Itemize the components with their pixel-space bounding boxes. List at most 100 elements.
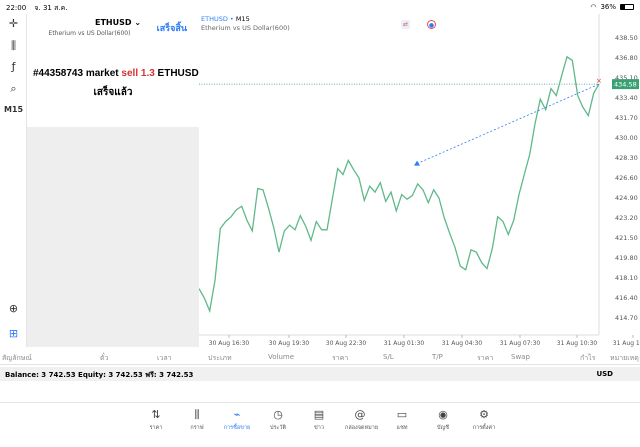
col-ticket[interactable]: ตั๋ว bbox=[100, 353, 108, 364]
order-summary: #44358743 market sell 1.3 ETHUSD bbox=[33, 68, 199, 79]
function-icon[interactable]: ƒ bbox=[0, 60, 27, 73]
chart-canvas: 414.70 416.40 418.10 419.80 421.50 423.20 424.… bbox=[198, 14, 640, 347]
y-tick-label: 419.80 bbox=[615, 254, 638, 262]
y-tick-label: 418.10 bbox=[615, 274, 638, 282]
entry-arrow-icon bbox=[414, 160, 420, 166]
tab-label: กล่องจดหมาย bbox=[345, 425, 379, 431]
y-tick-label: 424.90 bbox=[615, 194, 638, 202]
tab-quotes[interactable]: ⇅ ราคา bbox=[141, 408, 171, 432]
chat-icon: ▭ bbox=[396, 408, 408, 421]
history-icon: ◷ bbox=[273, 408, 283, 421]
y-tick-label: 428.30 bbox=[615, 154, 638, 162]
x-tick-label: 30 Aug 22:30 bbox=[326, 340, 367, 347]
chart-symbol: ETHUSD bbox=[201, 15, 228, 23]
candlestick-icon[interactable]: ⫼ bbox=[0, 39, 27, 53]
tab-trade[interactable]: ⌁ การซื้อขาย bbox=[222, 408, 252, 432]
symbol-description: Etherium vs US Dollar(600) bbox=[48, 30, 131, 37]
y-tick-label: 430.00 bbox=[615, 134, 638, 142]
price-series-line bbox=[198, 55, 600, 314]
x-tick-label: 31 Aug 10:30 bbox=[557, 340, 598, 347]
crosshair-icon[interactable]: ✛ bbox=[0, 17, 27, 30]
chart-description: Etherium vs US Dollar(600) bbox=[201, 24, 290, 32]
objects-icon[interactable]: ⌕ bbox=[0, 82, 27, 96]
x-tick-label: 30 Aug 19:30 bbox=[269, 340, 310, 347]
status-bar: 22:00 จ. 31 ส.ค. ◠ 36% bbox=[0, 0, 640, 14]
mailbox-icon: @ bbox=[354, 408, 366, 421]
col-sl[interactable]: S/L bbox=[383, 353, 394, 361]
accounts-icon: ◉ bbox=[438, 408, 448, 421]
tab-mailbox[interactable]: @ กล่องจดหมาย bbox=[345, 408, 379, 432]
tab-label: แชท bbox=[396, 425, 408, 431]
order-result-card: ETHUSD ⌄ Etherium vs US Dollar(600) เสร็… bbox=[27, 14, 199, 127]
col-type[interactable]: ประเภท bbox=[208, 353, 232, 364]
one-click-trading-icon[interactable]: ⇄ bbox=[401, 20, 410, 29]
tab-label: ประวัติ bbox=[269, 425, 287, 431]
y-tick-label: 414.70 bbox=[615, 314, 638, 322]
order-panel: ETHUSD ⌄ Etherium vs US Dollar(600) เสร็… bbox=[27, 14, 199, 347]
clock: 22:00 bbox=[6, 4, 27, 12]
y-tick-label: 416.40 bbox=[615, 294, 638, 302]
y-tick-label: 433.40 bbox=[615, 94, 638, 102]
trade-icon: ⌁ bbox=[233, 408, 241, 421]
trade-connection-line bbox=[416, 83, 600, 165]
tab-label: กราฟ bbox=[190, 425, 204, 431]
col-tp[interactable]: T/P bbox=[432, 353, 443, 361]
symbol-name: ETHUSD bbox=[95, 18, 132, 27]
col-price[interactable]: ราคา bbox=[332, 353, 348, 364]
x-tick-label: 30 Aug 16:30 bbox=[209, 340, 250, 347]
chart-icon: ⫼ bbox=[194, 408, 200, 421]
settings-icon: ⚙ bbox=[479, 408, 489, 421]
price-chart[interactable]: 414.70 416.40 418.10 419.80 421.50 423.20 424.… bbox=[198, 14, 640, 347]
order-id: #44358743 market bbox=[33, 68, 122, 79]
tab-accounts[interactable]: ◉ บัญชี bbox=[428, 408, 458, 432]
tab-news[interactable]: ▤ ข่าว bbox=[304, 408, 334, 432]
bottom-tab-bar: ⇅ ราคา ⫼ กราฟ ⌁ การซื้อขาย ◷ ประวัติ ▤ ข่าว @… bbox=[0, 402, 640, 447]
trade-panel-icon[interactable]: ⊞ bbox=[0, 327, 27, 340]
done-button[interactable]: เสร็จสิ้น bbox=[157, 21, 187, 35]
y-tick-label: 431.70 bbox=[615, 114, 638, 122]
tab-label: ราคา bbox=[149, 425, 163, 431]
tab-label: การตั้งค่า bbox=[472, 425, 496, 431]
chevron-down-icon: ⌄ bbox=[134, 18, 142, 27]
tab-label: บัญชี bbox=[437, 425, 449, 431]
balance-currency: USD bbox=[596, 370, 613, 378]
wifi-icon: ◠ bbox=[590, 3, 597, 11]
tab-chart[interactable]: ⫼ กราฟ bbox=[182, 408, 212, 432]
tab-history[interactable]: ◷ ประวัติ bbox=[263, 408, 293, 432]
y-tick-label: 436.80 bbox=[615, 54, 638, 62]
order-type: sell 1.3 bbox=[121, 68, 155, 79]
col-time[interactable]: เวลา bbox=[157, 353, 172, 364]
x-tick-label: 31 Aug 07:30 bbox=[500, 340, 541, 347]
chart-toolbar: ✛ ⫼ ƒ ⌕ M15 ⊕ ⊞ bbox=[0, 14, 27, 347]
tab-label: การซื้อขาย bbox=[223, 425, 251, 431]
x-tick-label: 31 Aug 13:30 bbox=[613, 340, 640, 347]
current-price-label: 434.58 bbox=[614, 81, 637, 89]
x-tick-label: 31 Aug 01:30 bbox=[384, 340, 425, 347]
col-profit[interactable]: กำไร bbox=[580, 353, 595, 364]
tab-chat[interactable]: ▭ แชท bbox=[387, 408, 417, 432]
zoom-icon[interactable]: ⊕ bbox=[0, 302, 27, 315]
y-tick-label: 423.20 bbox=[615, 214, 638, 222]
timeframe-button[interactable]: M15 bbox=[0, 105, 27, 114]
tab-settings[interactable]: ⚙ การตั้งค่า bbox=[469, 408, 499, 432]
balance-row: Balance: 3 742.53 Equity: 3 742.53 ฟรี: … bbox=[0, 367, 640, 381]
battery-icon bbox=[620, 4, 634, 10]
col-swap[interactable]: Swap bbox=[511, 353, 530, 361]
date: จ. 31 ส.ค. bbox=[34, 4, 68, 12]
news-icon: ▤ bbox=[313, 408, 325, 421]
y-tick-label: 421.50 bbox=[615, 234, 638, 242]
exit-marker-icon: × bbox=[596, 77, 602, 85]
chart-timeframe: M15 bbox=[235, 15, 250, 23]
symbol-selector[interactable]: ETHUSD ⌄ bbox=[95, 18, 141, 27]
trade-table-header: สัญลักษณ์ ตั๋ว เวลา ประเภท Volume ราคา S… bbox=[0, 351, 640, 365]
col-comment[interactable]: หมายเหตุ bbox=[610, 353, 639, 364]
col-symbol[interactable]: สัญลักษณ์ bbox=[2, 353, 32, 364]
order-symbol: ETHUSD bbox=[154, 68, 199, 79]
tab-label: ข่าว bbox=[314, 425, 324, 431]
chart-separator: • bbox=[227, 15, 236, 23]
indicator-icon[interactable]: ● bbox=[427, 20, 436, 29]
col-volume[interactable]: Volume bbox=[268, 353, 294, 361]
col-current-price[interactable]: ราคา bbox=[477, 353, 493, 364]
balance-text: Balance: 3 742.53 Equity: 3 742.53 ฟรี: … bbox=[5, 371, 194, 379]
order-status: เสร็จแล้ว bbox=[93, 87, 133, 98]
